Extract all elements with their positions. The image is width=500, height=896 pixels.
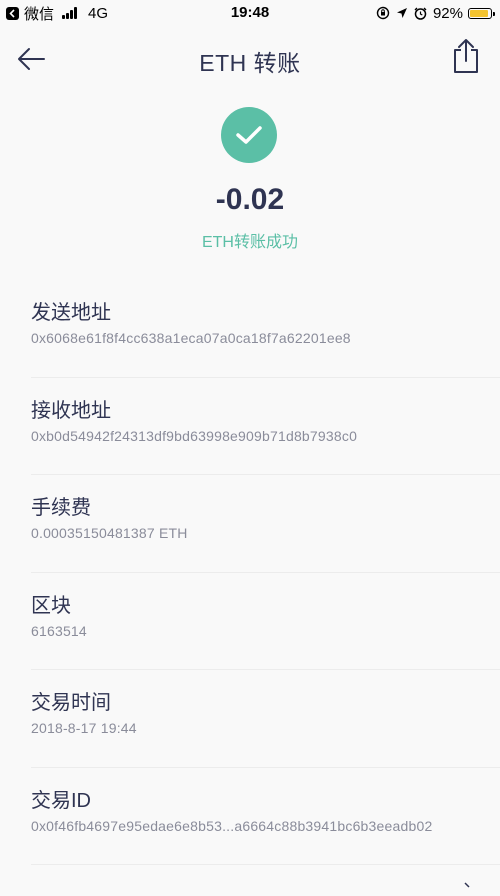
detail-value: 0.00035150481387 ETH xyxy=(31,525,188,541)
detail-fee: 手续费 0.00035150481387 ETH xyxy=(0,475,500,573)
detail-label: 接收地址 xyxy=(31,399,111,422)
transfer-status: ETH转账成功 xyxy=(201,234,298,251)
detail-value[interactable]: 0x0f46fb4697e95edae6e8b53...a6664c88b394… xyxy=(31,818,432,834)
status-right: 92% xyxy=(370,4,495,22)
location-icon xyxy=(396,7,408,19)
chevron-right-icon[interactable] xyxy=(462,878,472,888)
detail-value: 6163514 xyxy=(31,622,87,639)
status-bar: 微信 4G 19:48 92% xyxy=(0,0,500,26)
transaction-details: 发送地址 0x6068e61f8f4cc638a1eca07a0ca18f7a6… xyxy=(0,280,500,865)
rotation-lock-icon xyxy=(376,6,390,20)
detail-label: 交易时间 xyxy=(31,692,111,714)
detail-label: 交易ID xyxy=(31,789,91,812)
detail-value: 2018-8-17 19:44 xyxy=(31,720,137,736)
battery-icon xyxy=(468,7,495,19)
detail-label: 发送地址 xyxy=(31,302,111,324)
detail-sender-address: 发送地址 0x6068e61f8f4cc638a1eca07a0ca18f7a6… xyxy=(0,280,500,378)
share-icon[interactable] xyxy=(450,38,482,74)
detail-transaction-id[interactable]: 交易ID 0x0f46fb4697e95edae6e8b53...a6664c8… xyxy=(0,768,500,865)
transfer-amount: -0.02 xyxy=(215,183,285,216)
page-title: ETH 转账 xyxy=(199,50,301,76)
alarm-icon xyxy=(414,7,427,20)
detail-time: 交易时间 2018-8-17 19:44 xyxy=(0,670,500,768)
navigation-bar: ETH 转账 xyxy=(0,26,500,90)
detail-value[interactable]: 0x6068e61f8f4cc638a1eca07a0ca18f7a62201e… xyxy=(31,330,351,346)
detail-block: 区块 6163514 xyxy=(0,573,500,670)
divider xyxy=(31,864,500,865)
detail-label: 区块 xyxy=(31,594,71,617)
battery-percent: 92% xyxy=(432,4,463,22)
checkmark-icon xyxy=(221,107,277,163)
detail-value[interactable]: 0xb0d54942f24313df9bd63998e909b71d8b7938… xyxy=(31,428,357,444)
detail-label: 手续费 xyxy=(31,497,91,519)
detail-receiver-address: 接收地址 0xb0d54942f24313df9bd63998e909b71d8… xyxy=(0,378,500,475)
